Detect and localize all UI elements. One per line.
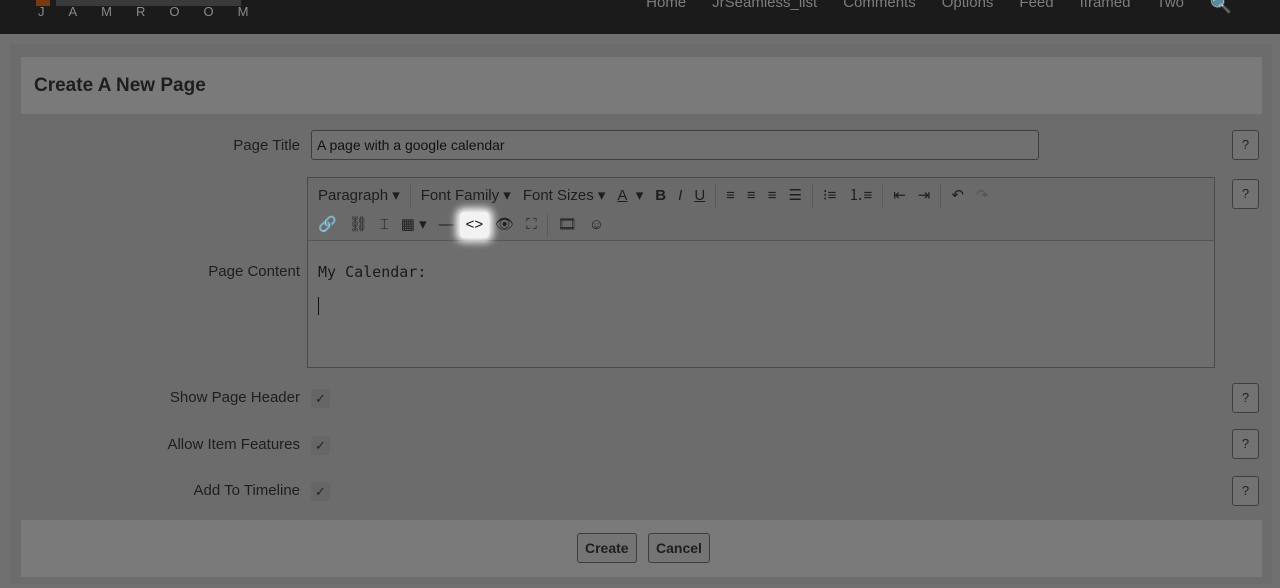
search-icon[interactable]: 🔍	[1210, 0, 1232, 15]
show-page-header-label: Show Page Header	[169, 389, 300, 406]
add-to-timeline-label: Add To Timeline	[193, 482, 300, 499]
media-icon[interactable]: 🎞	[552, 212, 583, 238]
align-center-icon[interactable]: ≡	[741, 183, 762, 209]
bullet-list-icon[interactable]: ⁝≡	[817, 183, 843, 209]
site-logo[interactable]: JAMROOM	[36, 0, 248, 19]
form-footer: Create Cancel	[21, 520, 1262, 577]
redo-icon[interactable]: ↷	[970, 183, 995, 209]
indent-icon[interactable]: ⇥	[912, 183, 937, 209]
add-to-timeline-checkbox[interactable]: ✓	[311, 482, 330, 501]
page-title: Create A New Page	[34, 75, 206, 96]
paragraph-dropdown[interactable]: Paragraph ▾	[312, 183, 406, 209]
undo-icon[interactable]: ↶	[945, 183, 970, 209]
nav-comments[interactable]: Comments	[843, 0, 916, 11]
nav-two[interactable]: Two	[1156, 0, 1184, 11]
help-button[interactable]: ?	[1232, 429, 1259, 459]
align-right-icon[interactable]: ≡	[762, 183, 783, 209]
emoticons-icon[interactable]: ☺	[583, 212, 610, 238]
preview-icon[interactable]: 👁	[489, 212, 520, 238]
nav-feed[interactable]: Feed	[1019, 0, 1053, 11]
page-title-label: Page Title	[233, 137, 300, 154]
italic-icon[interactable]: I	[672, 183, 688, 209]
horizontal-rule-icon[interactable]: —	[433, 212, 460, 238]
link-icon[interactable]: 🔗	[312, 212, 343, 238]
bold-icon[interactable]: B	[649, 183, 672, 209]
cancel-button[interactable]: Cancel	[648, 533, 710, 563]
top-bar: JAMROOM Home JrSeamless_list Comments Op…	[0, 0, 1280, 34]
align-left-icon[interactable]: ≡	[720, 183, 741, 209]
editor-toolbar: Paragraph ▾ Font Family ▾ Font Sizes ▾ A…	[308, 178, 1214, 241]
numbered-list-icon[interactable]: ⒈≡	[842, 183, 878, 209]
help-button[interactable]: ?	[1232, 179, 1259, 209]
text-color-icon[interactable]: A ▾	[611, 183, 649, 209]
table-icon[interactable]: ▦ ▾	[395, 212, 433, 238]
outdent-icon[interactable]: ⇤	[887, 183, 912, 209]
create-button[interactable]: Create	[577, 533, 637, 563]
rich-text-editor: Paragraph ▾ Font Family ▾ Font Sizes ▾ A…	[307, 177, 1215, 368]
font-sizes-dropdown[interactable]: Font Sizes ▾	[517, 183, 612, 209]
text-caret	[318, 297, 319, 315]
allow-item-features-checkbox[interactable]: ✓	[311, 436, 330, 455]
help-button[interactable]: ?	[1232, 383, 1259, 413]
page-content-label: Page Content	[208, 263, 300, 280]
font-family-dropdown[interactable]: Font Family ▾	[415, 183, 517, 209]
show-page-header-checkbox[interactable]: ✓	[311, 389, 330, 408]
underline-icon[interactable]: U	[688, 183, 711, 209]
source-code-icon[interactable]: <>	[459, 212, 490, 238]
page-title-input[interactable]: A page with a google calendar	[311, 130, 1039, 160]
form-header: Create A New Page	[21, 57, 1262, 114]
page-break-icon[interactable]: ⌶	[374, 212, 395, 238]
unlink-icon[interactable]: ⛓	[343, 212, 374, 238]
justify-icon[interactable]: ☰	[782, 183, 807, 209]
main-nav: Home JrSeamless_list Comments Options Fe…	[646, 0, 1184, 11]
help-button[interactable]: ?	[1232, 130, 1259, 160]
help-button[interactable]: ?	[1232, 476, 1259, 506]
nav-jrseamless-list[interactable]: JrSeamless_list	[712, 0, 817, 11]
nav-iframed[interactable]: Iframed	[1080, 0, 1131, 11]
allow-item-features-label: Allow Item Features	[167, 436, 300, 453]
fullscreen-icon[interactable]: ⛶	[520, 212, 543, 238]
editor-content[interactable]: My Calendar:	[308, 241, 1214, 337]
nav-options[interactable]: Options	[942, 0, 994, 11]
nav-home[interactable]: Home	[646, 0, 686, 11]
